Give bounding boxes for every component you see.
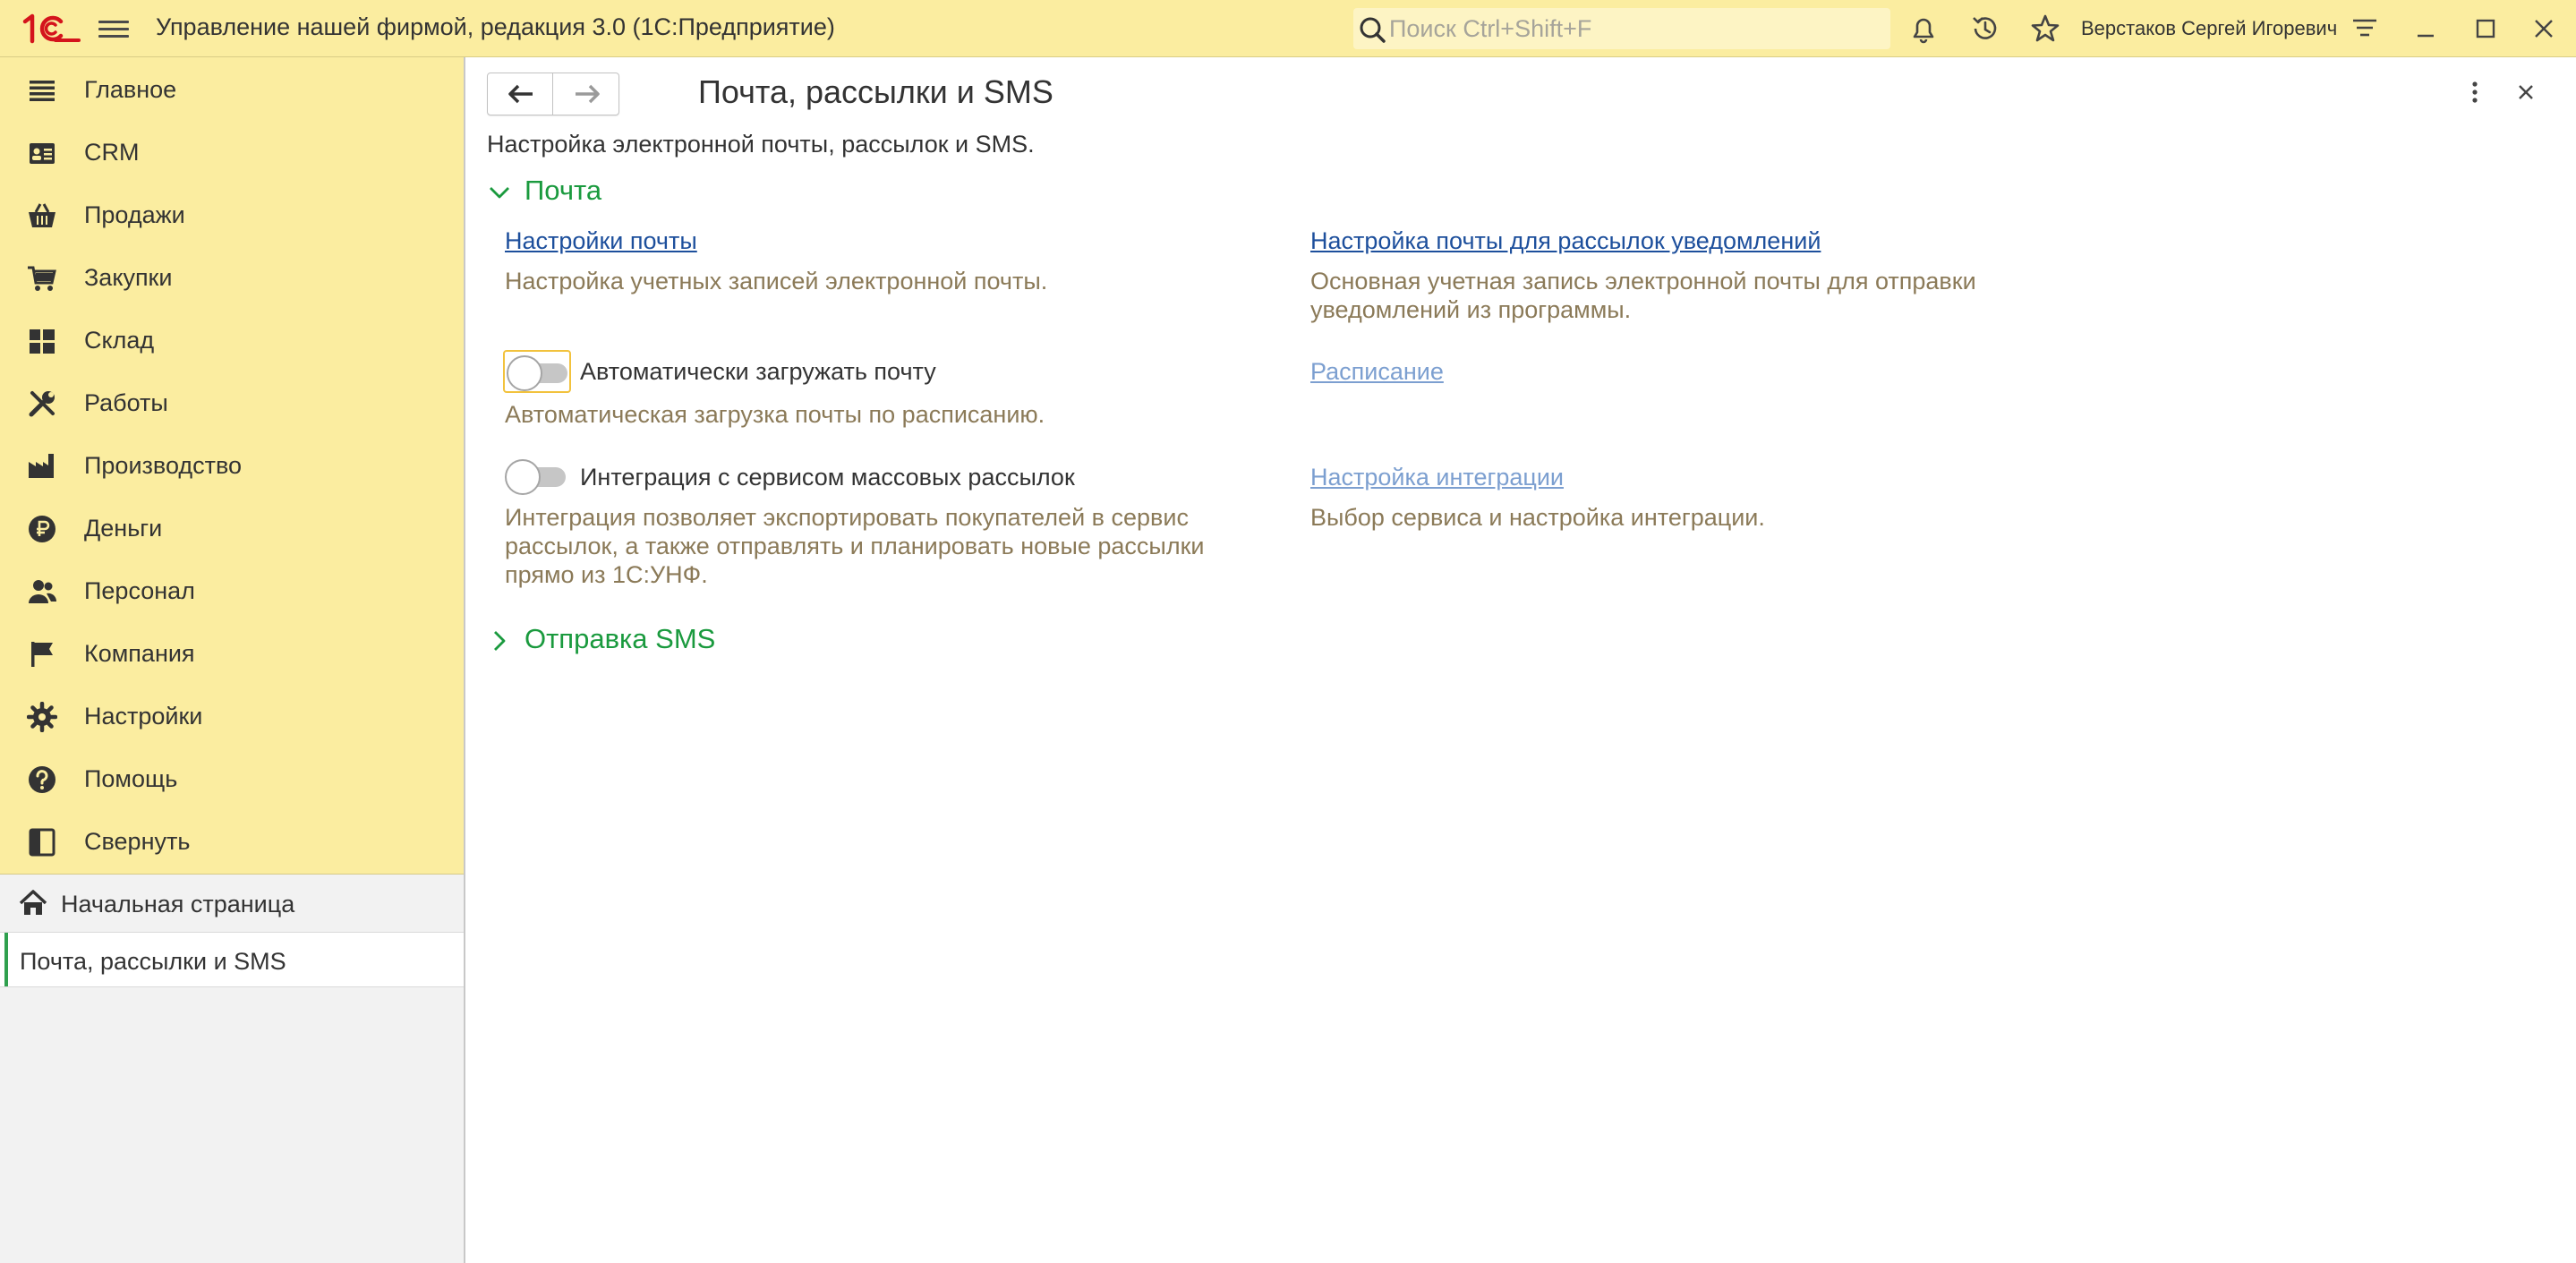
sidebar-item-label: Закупки — [84, 264, 173, 291]
open-window-mail-settings[interactable]: Почта, рассылки и SMS — [0, 932, 464, 987]
gear-icon — [27, 702, 57, 732]
sidebar-item-warehouse[interactable]: Склад — [0, 312, 464, 370]
mail-settings-link[interactable]: Настройки почты — [505, 227, 697, 255]
sidebar-item-collapse[interactable]: Свернуть — [0, 814, 464, 871]
ruble-icon — [29, 516, 55, 542]
notification-mail-hint-line: Основная учетная запись электронной почт… — [1310, 268, 1976, 294]
warehouse-icon — [30, 329, 55, 354]
main-menu-icon[interactable] — [98, 16, 129, 43]
chevron-right-icon — [494, 631, 506, 651]
forward-button[interactable] — [554, 73, 619, 115]
auto-load-mail-hint: Автоматическая загрузка почты по расписа… — [505, 401, 1045, 428]
mass-mailing-hint-line: рассылок, а также отправлять и планирова… — [505, 533, 1205, 559]
sidebar-item-settings[interactable]: Настройки — [0, 688, 464, 746]
form-area: Почта, рассылки и SMS Настройка электрон… — [467, 57, 2576, 1263]
open-window-label: Почта, рассылки и SMS — [20, 948, 286, 975]
1c-logo-icon[interactable] — [21, 13, 81, 45]
toggle-knob — [505, 459, 541, 495]
sidebar-item-label: Деньги — [84, 515, 163, 542]
sidebar-item-production[interactable]: Производство — [0, 438, 464, 495]
home-icon — [19, 890, 47, 915]
arrow-left-icon — [508, 84, 533, 104]
app-title: Управление нашей фирмой, редакция 3.0 (1… — [156, 13, 835, 40]
mass-mailing-hint-line: прямо из 1С:УНФ. — [505, 561, 708, 588]
crm-icon — [30, 143, 55, 164]
sidebar-item-label: Свернуть — [84, 828, 191, 855]
maximize-icon[interactable] — [2468, 11, 2503, 47]
close-icon[interactable] — [2526, 11, 2562, 47]
main-icon — [30, 81, 55, 101]
sidebar-item-company[interactable]: Компания — [0, 626, 464, 683]
mass-mailing-hint-line: Интеграция позволяет экспортировать поку… — [505, 504, 1189, 531]
cart-icon — [28, 266, 56, 291]
sidebar-item-help[interactable]: Помощь — [0, 751, 464, 808]
sidebar-item-label: Производство — [84, 452, 243, 479]
flag-icon — [31, 642, 53, 667]
sidebar-item-label: Продажи — [84, 201, 185, 228]
sidebar: Главное CRM Продажи Закупки Склад Работы… — [0, 57, 465, 1263]
page-title: Почта, рассылки и SMS — [698, 73, 1053, 110]
help-icon — [29, 766, 55, 793]
sidebar-item-money[interactable]: Деньги — [0, 500, 464, 558]
form-description: Настройка электронной почты, рассылок и … — [487, 131, 1035, 158]
sidebar-item-label: Компания — [84, 640, 195, 667]
active-marker — [4, 933, 8, 986]
schedule-link[interactable]: Расписание — [1310, 358, 1444, 386]
history-icon[interactable] — [1969, 13, 2001, 45]
open-window-home[interactable]: Начальная страница — [0, 875, 464, 931]
integration-settings-link[interactable]: Настройка интеграции — [1310, 464, 1564, 491]
toggle-knob — [507, 355, 542, 391]
people-icon — [29, 580, 57, 603]
chevron-down-icon — [490, 187, 509, 199]
arrow-right-icon — [576, 84, 600, 104]
basket-icon — [29, 203, 55, 227]
sidebar-item-crm[interactable]: CRM — [0, 124, 464, 182]
sidebar-item-label: Персонал — [84, 577, 195, 604]
collapse-panel-icon — [29, 828, 55, 857]
history-nav — [487, 73, 619, 115]
sidebar-item-label: Настройки — [84, 703, 203, 730]
sidebar-item-label: CRM — [84, 139, 140, 166]
sidebar-item-label: Склад — [84, 327, 155, 354]
auto-load-mail-label[interactable]: Автоматически загружать почту — [580, 358, 936, 386]
sidebar-item-purchases[interactable]: Закупки — [0, 250, 464, 307]
bell-icon[interactable] — [1907, 13, 1940, 45]
tools-icon — [29, 391, 55, 417]
sidebar-item-works[interactable]: Работы — [0, 375, 464, 432]
integration-settings-hint: Выбор сервиса и настройка интеграции. — [1310, 504, 1765, 531]
minimize-icon[interactable] — [2408, 11, 2444, 47]
user-name[interactable]: Верстаков Сергей Игоревич — [2081, 17, 2337, 40]
mass-mailing-integration-label[interactable]: Интеграция с сервисом массовых рассылок — [580, 464, 1075, 491]
sidebar-item-label: Помощь — [84, 765, 178, 792]
factory-icon — [29, 454, 54, 478]
mass-mailing-integration-toggle[interactable] — [503, 456, 571, 499]
mail-settings-hint: Настройка учетных записей электронной по… — [505, 268, 1048, 294]
notification-mail-hint-line: уведомлений из программы. — [1310, 296, 1632, 323]
form-close-icon[interactable] — [2512, 78, 2540, 107]
back-button[interactable] — [488, 73, 553, 115]
search-box[interactable] — [1353, 8, 1890, 49]
group-title: Почта — [525, 175, 602, 206]
open-window-label: Начальная страница — [61, 891, 295, 917]
search-icon[interactable] — [1357, 15, 1387, 44]
notification-mail-settings-link[interactable]: Настройка почты для рассылок уведомлений — [1310, 227, 1821, 255]
sidebar-item-main[interactable]: Главное — [0, 62, 464, 119]
sections-panel: Главное CRM Продажи Закупки Склад Работы… — [0, 57, 464, 875]
sidebar-item-label: Работы — [84, 389, 168, 416]
search-input[interactable] — [1389, 13, 1872, 44]
settings-menu-icon[interactable] — [2349, 13, 2381, 45]
title-bar: Управление нашей фирмой, редакция 3.0 (1… — [0, 0, 2576, 57]
group-title: Отправка SMS — [525, 623, 716, 654]
sidebar-item-personnel[interactable]: Персонал — [0, 563, 464, 620]
sidebar-item-label: Главное — [84, 76, 177, 103]
auto-load-mail-toggle[interactable] — [503, 350, 571, 393]
more-actions-icon[interactable] — [2461, 77, 2488, 107]
star-icon[interactable] — [2029, 13, 2061, 45]
sidebar-item-sales[interactable]: Продажи — [0, 187, 464, 244]
